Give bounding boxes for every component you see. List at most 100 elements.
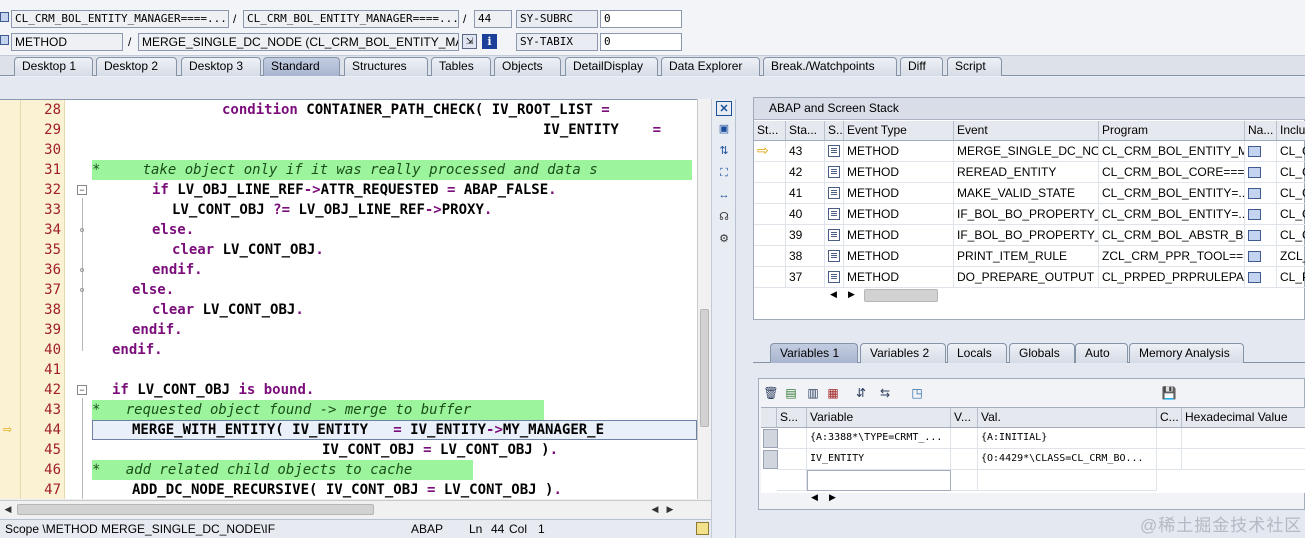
scroll-right-icon[interactable]: ▶ (663, 502, 677, 516)
new-tool-icon[interactable]: ▣ (716, 122, 732, 137)
col-header[interactable]: C... (1157, 408, 1182, 428)
scroll-left-icon[interactable]: ◀ (811, 492, 818, 503)
variable-value[interactable]: {A:INITIAL} (978, 428, 1157, 449)
table-row[interactable]: ⇨ 43 METHOD MERGE_SINGLE_DC_NO... CL_CRM… (754, 141, 1305, 162)
tab-script[interactable]: Script (947, 57, 1002, 76)
scroll-thumb[interactable] (864, 289, 938, 302)
variable-input[interactable] (807, 470, 951, 491)
tab-detail-display[interactable]: DetailDisplay (565, 57, 658, 76)
col-header[interactable]: Sta... (786, 121, 825, 141)
tab-desktop-1[interactable]: Desktop 1 (14, 57, 93, 76)
services-icon[interactable]: ⚙ (716, 232, 732, 247)
remove-row-icon[interactable]: ▦ (825, 385, 841, 401)
col-header[interactable]: S... (777, 408, 807, 428)
col-header[interactable]: Val. (978, 408, 1157, 428)
fold-toggle-icon[interactable]: − (77, 385, 87, 395)
tab-standard[interactable]: Standard (263, 57, 340, 76)
navigate-icon[interactable] (1245, 183, 1277, 204)
method-icon (825, 141, 844, 162)
col-header[interactable]: St... (754, 121, 786, 141)
insert-row-icon[interactable]: ▤ (783, 385, 799, 401)
scroll-left-icon[interactable]: ◀ (1, 502, 15, 516)
scroll-thumb[interactable] (17, 504, 374, 515)
variable-name[interactable]: {A:3388*\TYPE=CRMT_... (807, 428, 951, 449)
navigate-icon[interactable] (1245, 267, 1277, 288)
scroll-right-icon[interactable]: ▶ (848, 289, 855, 300)
tab-globals[interactable]: Globals (1009, 343, 1075, 363)
row-selector[interactable] (763, 450, 778, 469)
col-header[interactable]: Event (954, 121, 1099, 141)
var1-name-field[interactable]: SY-SUBRC (516, 10, 598, 28)
notes-icon[interactable] (696, 522, 709, 535)
tab-variables-1[interactable]: Variables 1 (770, 343, 858, 363)
append-row-icon[interactable]: ▥ (805, 385, 821, 401)
event-field[interactable]: MERGE_SINGLE_DC_NODE (CL_CRM_BOL_ENTITY_… (138, 33, 459, 51)
program-field[interactable]: CL_CRM_BOL_ENTITY_MANAGER====... (11, 10, 229, 28)
tab-tables[interactable]: Tables (431, 57, 491, 76)
col-header[interactable]: Event Type (844, 121, 954, 141)
transfer-icon[interactable]: ⇆ (877, 385, 893, 401)
detail-view-icon[interactable]: ◳ (909, 385, 925, 401)
table-row[interactable]: 38 METHOD PRINT_ITEM_RULE ZCL_CRM_PPR_TO… (754, 246, 1305, 267)
navigate-icon[interactable] (1245, 246, 1277, 267)
event-type-field[interactable]: METHOD (11, 33, 123, 51)
col-header[interactable]: Na... (1245, 121, 1277, 141)
table-row[interactable]: 39 METHOD IF_BOL_BO_PROPERTY_... CL_CRM_… (754, 225, 1305, 246)
tab-desktop-2[interactable]: Desktop 2 (96, 57, 177, 76)
scroll-left-icon[interactable]: ◀ (830, 289, 837, 300)
col-header[interactable]: Program (1099, 121, 1245, 141)
fold-toggle-icon[interactable]: − (77, 185, 87, 195)
info-icon[interactable]: i (482, 34, 497, 49)
swap-tool-icon[interactable]: ⇅ (716, 144, 732, 159)
tab-desktop-3[interactable]: Desktop 3 (181, 57, 261, 76)
tab-diff[interactable]: Diff (900, 57, 943, 76)
delete-icon[interactable]: 🗑 (763, 385, 779, 401)
table-row[interactable]: 41 METHOD MAKE_VALID_STATE CL_CRM_BOL_EN… (754, 183, 1305, 204)
table-row[interactable]: 42 METHOD REREAD_ENTITY CL_CRM_BOL_CORE=… (754, 162, 1305, 183)
code-text: IV_ENTITY = (543, 122, 662, 138)
table-row[interactable]: 40 METHOD IF_BOL_BO_PROPERTY_... CL_CRM_… (754, 204, 1305, 225)
include-field[interactable]: CL_CRM_BOL_ENTITY_MANAGER====... (243, 10, 459, 28)
variables-horizontal-scrollbar[interactable]: ◀ ▶ (811, 492, 923, 507)
stack-horizontal-scrollbar[interactable]: ◀ ▶ (830, 289, 942, 304)
table-row[interactable]: 37 METHOD DO_PREPARE_OUTPUT CL_PRPED_PRP… (754, 267, 1305, 288)
editor-horizontal-scrollbar[interactable]: ◀ ◀ ▶ (0, 500, 711, 518)
tab-auto[interactable]: Auto (1075, 343, 1128, 363)
var1-value-field[interactable]: 0 (600, 10, 682, 28)
tab-variables-2[interactable]: Variables 2 (860, 343, 946, 363)
headset-icon[interactable]: ☊ (716, 210, 732, 225)
var2-name-field[interactable]: SY-TABIX (516, 33, 598, 51)
maximize-icon[interactable]: ⛶ (716, 166, 732, 181)
tab-memory-analysis[interactable]: Memory Analysis (1129, 343, 1244, 363)
scroll-right-icon[interactable]: ▶ (829, 492, 836, 503)
editor-vertical-scrollbar[interactable] (697, 99, 711, 499)
col-header[interactable]: Inclu (1277, 121, 1305, 141)
col-header[interactable]: S... (825, 121, 844, 141)
code-editor[interactable]: ⇨ 28 condition CONTAINER_PATH_CHECK( IV_… (0, 99, 697, 499)
scroll-left-icon[interactable]: ◀ (648, 502, 662, 516)
tab-locals[interactable]: Locals (947, 343, 1007, 363)
variables-panel: 🗑 ▤ ▥ ▦ ⇵ ⇆ ◳ 💾 S... Variable V... Val. … (758, 378, 1305, 510)
variable-name[interactable]: IV_ENTITY (807, 449, 951, 470)
navigate-icon[interactable] (1245, 204, 1277, 225)
tab-objects[interactable]: Objects (494, 57, 561, 76)
col-header[interactable]: V... (951, 408, 978, 428)
col-header[interactable]: Hexadecimal Value (1182, 408, 1305, 428)
scroll-thumb[interactable] (700, 309, 709, 427)
tab-data-explorer[interactable]: Data Explorer (661, 57, 760, 76)
row-selector[interactable] (763, 429, 778, 448)
sort-icon[interactable]: ⇵ (853, 385, 869, 401)
variable-value[interactable]: {O:4429*\CLASS=CL_CRM_BO... (978, 449, 1157, 470)
navigate-icon[interactable] (1245, 141, 1277, 162)
navigate-icon[interactable]: ⇲ (462, 34, 477, 49)
resize-icon[interactable]: ↔ (716, 188, 732, 203)
tab-breakpoints[interactable]: Break./Watchpoints (763, 57, 897, 76)
tab-structures[interactable]: Structures (344, 57, 428, 76)
col-header[interactable]: Variable (807, 408, 951, 428)
line-field[interactable]: 44 (474, 10, 512, 28)
save-icon[interactable]: 💾 (1161, 385, 1177, 401)
close-icon[interactable]: ✕ (716, 101, 732, 116)
var2-value-field[interactable]: 0 (600, 33, 682, 51)
navigate-icon[interactable] (1245, 225, 1277, 246)
navigate-icon[interactable] (1245, 162, 1277, 183)
